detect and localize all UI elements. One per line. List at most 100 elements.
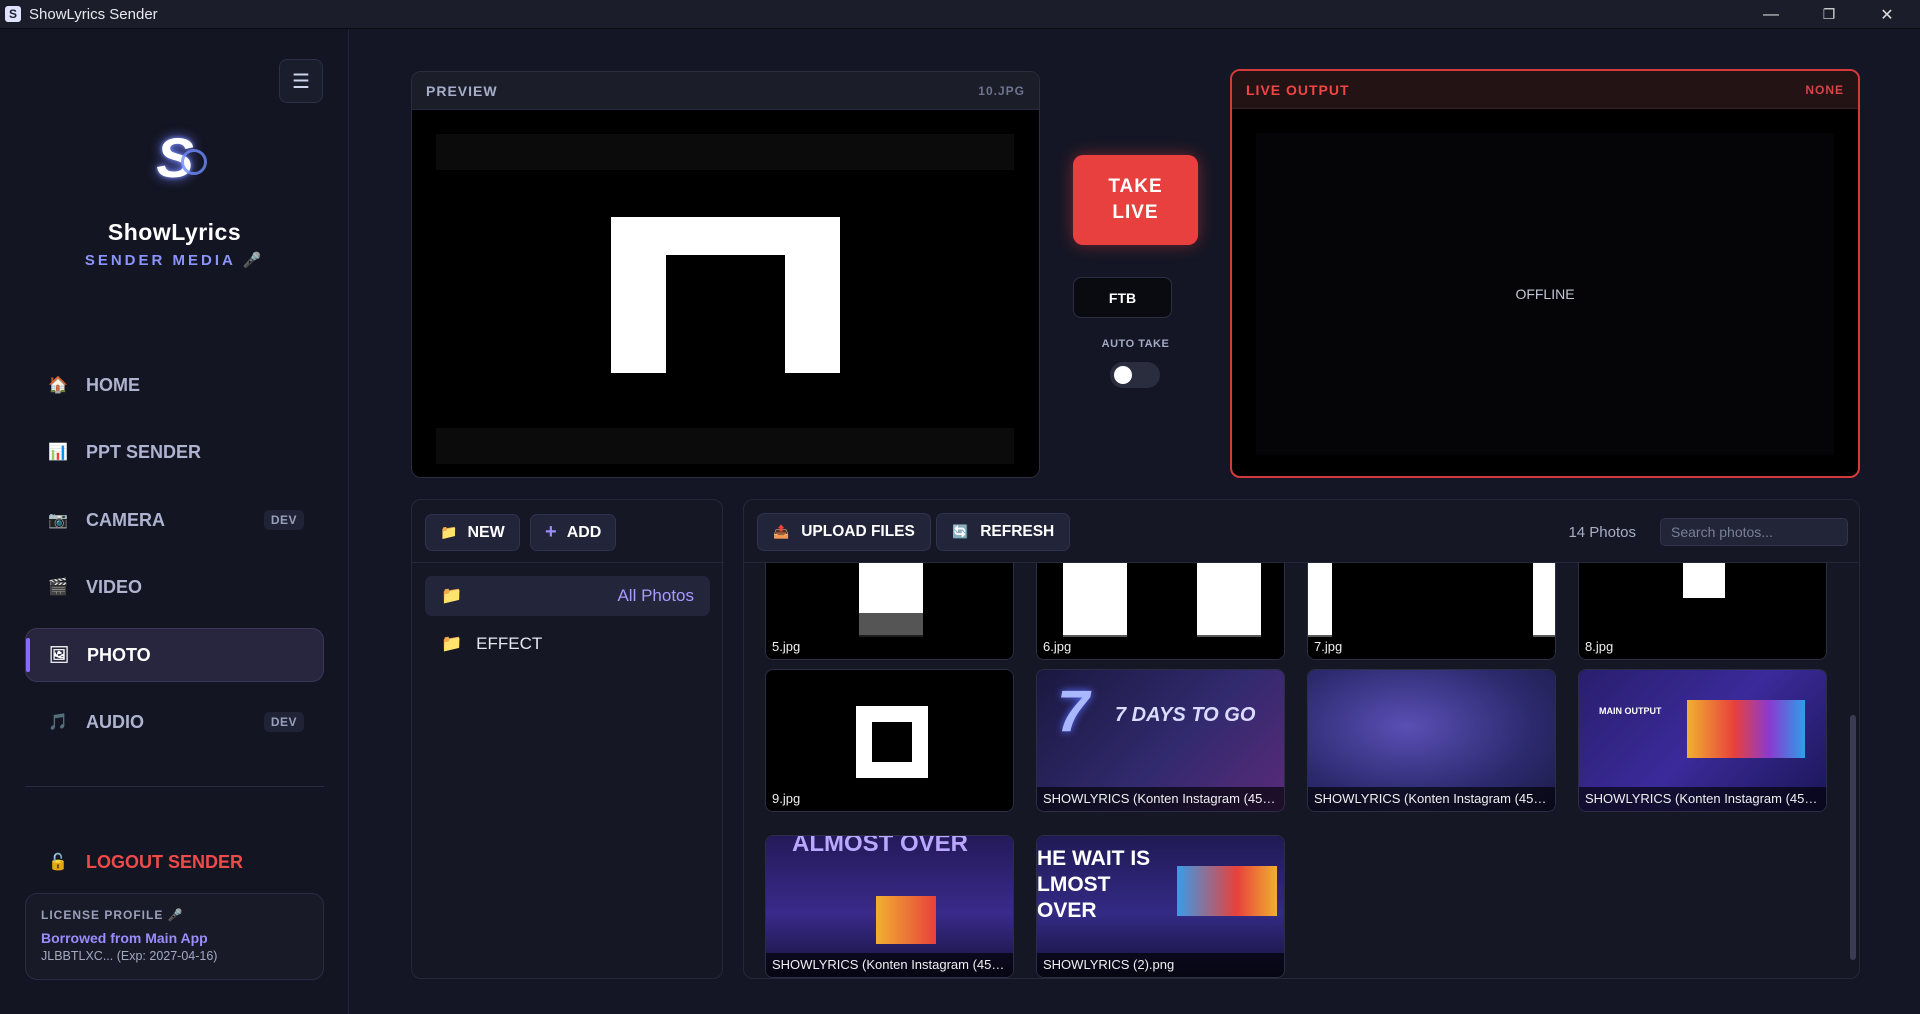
photo-name: 7.jpg: [1308, 635, 1555, 659]
live-output-title: LIVE OUTPUT: [1246, 81, 1350, 98]
photo-thumbnail[interactable]: HE WAIT IS LMOST OVER SHOWLYRICS (2).png: [1036, 835, 1285, 978]
auto-take-toggle[interactable]: [1110, 362, 1160, 388]
photo-grid-scrollbar[interactable]: [1850, 570, 1856, 970]
upload-icon: 📤: [773, 524, 790, 539]
photo-name: SHOWLYRICS (Konten Instagram (45)) (...: [1308, 787, 1555, 811]
window-title: ShowLyrics Sender: [29, 5, 158, 23]
take-live-button[interactable]: TAKE LIVE: [1073, 155, 1198, 245]
license-profile-card: LICENSE PROFILE 🎤 Borrowed from Main App…: [25, 893, 324, 980]
upload-files-button[interactable]: 📤 UPLOAD FILES: [757, 513, 931, 551]
sidebar-item-label: CAMERA: [86, 509, 165, 530]
folder-label: EFFECT: [476, 634, 543, 653]
folder-icon: 📁: [440, 524, 458, 540]
dev-badge: DEV: [263, 712, 304, 732]
clapperboard-icon: 🎬: [48, 579, 68, 596]
folder-item-all-photos[interactable]: 📁 All Photos: [425, 576, 710, 616]
photo-thumbnail[interactable]: 9.jpg: [765, 669, 1014, 812]
live-output-header: LIVE OUTPUT NONE: [1232, 71, 1858, 109]
live-output-panel: LIVE OUTPUT NONE OFFLINE: [1230, 69, 1860, 478]
sidebar-item-video[interactable]: 🎬 VIDEO: [25, 560, 324, 614]
photo-name: SHOWLYRICS (Konten Instagram (45)) (...: [766, 953, 1013, 977]
unlock-icon: 🔓: [48, 854, 68, 871]
folder-label: All Photos: [617, 586, 694, 605]
close-icon[interactable]: ✕: [1858, 0, 1916, 29]
sidebar-item-audio[interactable]: 🎵 AUDIO DEV: [25, 695, 324, 749]
photo-name: 9.jpg: [766, 787, 1013, 811]
photo-grid: 5.jpg 6.jpg 7.jpg 8.jpg 9.jpg 7 7 DAYS T…: [744, 562, 1859, 978]
refresh-button[interactable]: 🔄 REFRESH: [936, 513, 1071, 551]
preview-image: [412, 110, 1039, 477]
ftb-button[interactable]: FTB: [1073, 277, 1172, 318]
sidebar-item-label: VIDEO: [86, 576, 143, 597]
photo-thumbnail[interactable]: 7 7 DAYS TO GO SHOWLYRICS (Konten Instag…: [1036, 669, 1285, 812]
sidebar-item-label: PPT SENDER: [86, 441, 202, 462]
auto-take-label: AUTO TAKE: [1101, 338, 1170, 350]
preview-file-name: 10.JPG: [978, 83, 1025, 98]
hamburger-menu-icon[interactable]: ☰: [279, 59, 323, 103]
preview-panel: PREVIEW 10.JPG: [411, 71, 1040, 478]
live-output-source: NONE: [1805, 82, 1844, 97]
scrollbar-thumb[interactable]: [1850, 715, 1856, 960]
sidebar-item-photo[interactable]: 🖼 PHOTO: [25, 628, 324, 682]
license-title: LICENSE PROFILE 🎤: [41, 908, 184, 922]
logo-broadcast-icon: [181, 149, 207, 175]
search-photos-input[interactable]: [1660, 518, 1848, 546]
refresh-label: REFRESH: [980, 523, 1055, 540]
new-folder-button[interactable]: 📁 NEW: [425, 514, 520, 551]
art-text: ALMOST OVER: [792, 835, 969, 857]
photo-thumbnail[interactable]: 7.jpg: [1307, 563, 1556, 660]
add-label: ADD: [566, 523, 602, 541]
live-status: OFFLINE: [1515, 286, 1575, 302]
photo-thumbnail[interactable]: ALMOST OVER SHOWLYRICS (Konten Instagram…: [765, 835, 1014, 978]
photo-name: SHOWLYRICS (Konten Instagram (45)) (...: [1037, 787, 1284, 811]
picture-icon: 🖼: [48, 647, 70, 664]
sidebar-item-label: PHOTO: [87, 644, 151, 665]
art-text: 7 DAYS TO GO: [1115, 704, 1256, 726]
plus-icon: +: [545, 521, 557, 543]
preview-header: PREVIEW 10.JPG: [412, 72, 1039, 110]
art-text: HE WAIT IS LMOST OVER: [1037, 847, 1151, 922]
brand-name: ShowLyrics: [107, 219, 242, 245]
photo-name: 5.jpg: [766, 635, 1013, 659]
home-icon: 🏠: [48, 377, 68, 394]
photo-thumbnail[interactable]: SHOWLYRICS (Konten Instagram (45)) (...: [1307, 669, 1556, 812]
preview-title: PREVIEW: [426, 82, 498, 99]
license-name: Borrowed from Main App: [41, 930, 208, 946]
restore-icon[interactable]: ❐: [1800, 0, 1858, 29]
camera-icon: 📷: [48, 512, 68, 529]
photos-panel: 📤 UPLOAD FILES 🔄 REFRESH 14 Photos 5.jpg…: [743, 499, 1860, 979]
music-note-icon: 🎵: [48, 714, 68, 731]
brand-subtitle: SENDER MEDIA 🎤: [84, 252, 265, 269]
logout-label: LOGOUT SENDER: [86, 851, 244, 872]
photo-thumbnail[interactable]: 8.jpg: [1578, 563, 1827, 660]
window-titlebar: S ShowLyrics Sender — ❐ ✕: [0, 0, 1920, 29]
photo-count: 14 Photos: [1568, 524, 1636, 541]
chart-icon: 📊: [48, 444, 68, 461]
new-folder-label: NEW: [467, 523, 505, 541]
photo-name: 6.jpg: [1037, 635, 1284, 659]
sidebar-item-camera[interactable]: 📷 CAMERA DEV: [25, 493, 324, 547]
folder-item-effect[interactable]: 📁 EFFECT: [425, 624, 710, 664]
photo-name: SHOWLYRICS (Konten Instagram (45)) (...: [1579, 787, 1826, 811]
add-button[interactable]: + ADD: [530, 514, 617, 551]
folder-icon: 📁: [441, 634, 463, 653]
photo-name: SHOWLYRICS (2).png: [1037, 953, 1284, 977]
sidebar-item-label: AUDIO: [86, 711, 144, 732]
refresh-icon: 🔄: [952, 524, 969, 539]
folders-panel: 📁 NEW + ADD 📁 All Photos 📁 EFFECT: [411, 499, 724, 979]
minimize-icon[interactable]: —: [1742, 0, 1800, 29]
photo-thumbnail[interactable]: 5.jpg: [765, 563, 1014, 660]
upload-files-label: UPLOAD FILES: [801, 523, 915, 540]
art-text: MAIN OUTPUT: [1599, 706, 1662, 716]
photo-thumbnail[interactable]: MAIN OUTPUT SHOWLYRICS (Konten Instagram…: [1578, 669, 1827, 812]
photo-name: 8.jpg: [1579, 635, 1826, 659]
photo-thumbnail[interactable]: 6.jpg: [1036, 563, 1285, 660]
folder-icon: 📁: [441, 586, 463, 605]
app-icon: S: [5, 6, 21, 22]
sidebar-item-ppt-sender[interactable]: 📊 PPT SENDER: [25, 425, 324, 479]
sidebar-item-label: HOME: [86, 374, 140, 395]
sidebar-divider: [25, 786, 324, 787]
logout-button[interactable]: 🔓 LOGOUT SENDER: [25, 835, 324, 889]
sidebar-item-home[interactable]: 🏠 HOME: [25, 358, 324, 412]
sidebar: ☰ S ShowLyrics SENDER MEDIA 🎤 🏠 HOME 📊 P…: [0, 29, 349, 1014]
